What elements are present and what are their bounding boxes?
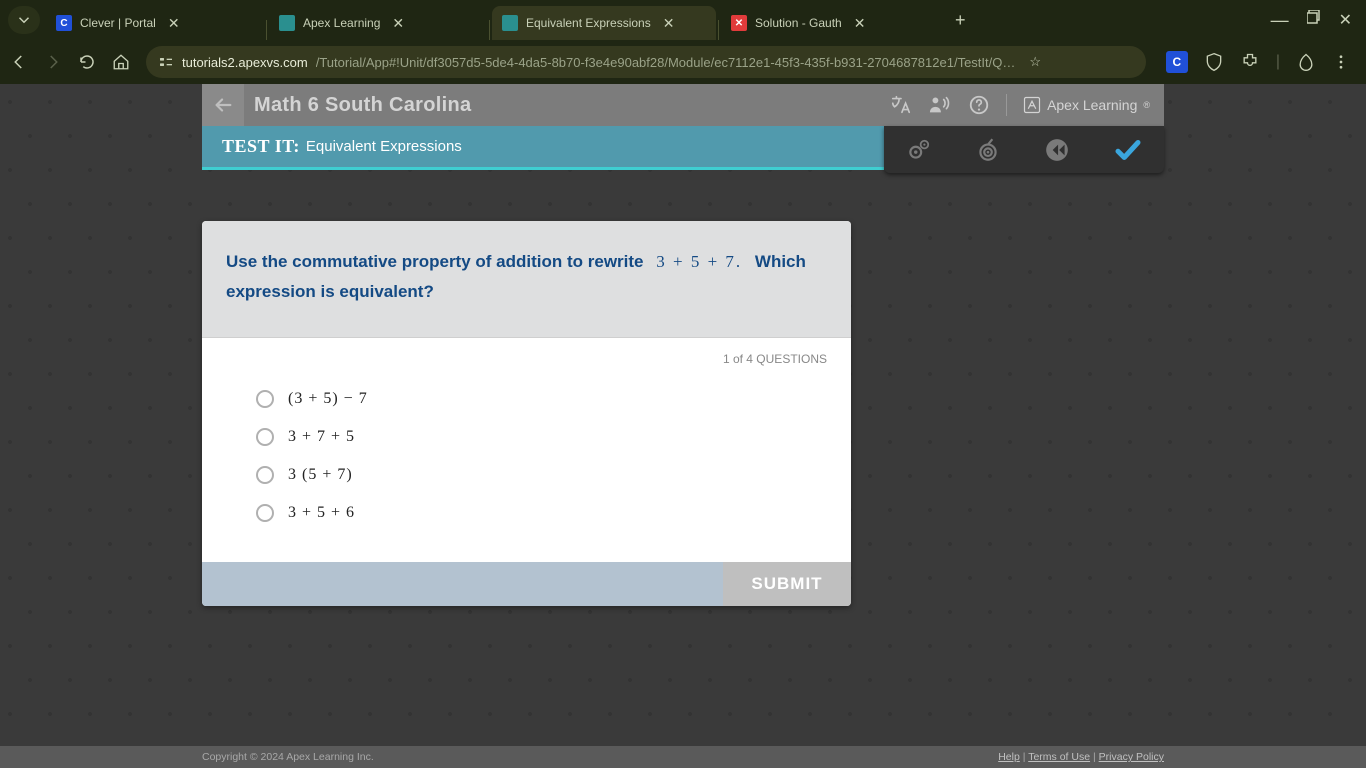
nav-forward-button[interactable] <box>44 53 64 71</box>
browser-tab[interactable]: C Clever | Portal ✕ <box>46 6 264 40</box>
settings-gear-icon[interactable] <box>906 137 932 163</box>
answer-option[interactable]: 3 + 7 + 5 <box>226 418 827 456</box>
radio-icon[interactable] <box>256 504 274 522</box>
course-header: Math 6 South Carolina Apex Learning® <box>202 84 1164 126</box>
url-domain: tutorials2.apexvs.com <box>182 55 308 70</box>
browser-menu-icon[interactable] <box>1332 53 1350 71</box>
tab-favicon: ✕ <box>731 15 747 31</box>
course-title: Math 6 South Carolina <box>254 94 471 117</box>
tab-title: Solution - Gauth <box>755 16 842 30</box>
tab-favicon <box>279 15 295 31</box>
test-bar-title: Equivalent Expressions <box>306 138 462 155</box>
question-counter: 1 of 4 QUESTIONS <box>226 352 827 366</box>
radio-icon[interactable] <box>256 390 274 408</box>
objectives-target-icon[interactable] <box>975 137 1001 163</box>
submit-check-icon[interactable] <box>1113 135 1143 165</box>
question-prompt: Use the commutative property of addition… <box>202 221 851 338</box>
tab-title: Apex Learning <box>303 16 380 30</box>
tab-close-icon[interactable]: ✕ <box>663 15 675 32</box>
copyright-text: Copyright © 2024 Apex Learning Inc. <box>202 751 374 763</box>
bookmark-star-icon[interactable]: ☆ <box>1029 54 1041 70</box>
url-path: /Tutorial/App#!Unit/df3057d5-5de4-4da5-8… <box>316 55 1016 70</box>
rewind-icon[interactable] <box>1044 137 1070 163</box>
answer-option[interactable]: 3 + 5 + 6 <box>226 494 827 532</box>
home-button[interactable] <box>112 53 132 71</box>
close-window-icon[interactable]: ✕ <box>1339 10 1352 31</box>
help-icon[interactable] <box>968 94 990 116</box>
question-card: Use the commutative property of addition… <box>202 221 851 606</box>
apex-brand[interactable]: Apex Learning® <box>1023 96 1150 114</box>
brave-shield-icon[interactable] <box>1204 52 1224 72</box>
window-controls: — ✕ <box>1271 10 1358 31</box>
extensions-icon[interactable] <box>1240 52 1260 72</box>
browser-tab[interactable]: Equivalent Expressions ✕ <box>492 6 716 40</box>
url-bar[interactable]: tutorials2.apexvs.com/Tutorial/App#!Unit… <box>146 46 1146 78</box>
tool-strip <box>884 126 1164 173</box>
browser-tab-bar: CClever | Portal✕Apex Learning✕Equivalen… <box>0 0 1366 40</box>
page-content: Math 6 South Carolina Apex Learning® TES… <box>0 84 1366 746</box>
tab-favicon <box>502 15 518 31</box>
page-footer: Copyright © 2024 Apex Learning Inc. Help… <box>0 746 1366 768</box>
browser-tab[interactable]: Apex Learning ✕ <box>269 6 487 40</box>
minimize-icon[interactable]: — <box>1271 10 1289 31</box>
clever-extension-icon[interactable]: C <box>1166 51 1188 73</box>
browser-toolbar: tutorials2.apexvs.com/Tutorial/App#!Unit… <box>0 40 1366 84</box>
new-tab-button[interactable]: + <box>955 10 966 31</box>
tab-title: Clever | Portal <box>80 16 156 30</box>
tab-close-icon[interactable]: ✕ <box>392 15 404 32</box>
radio-icon[interactable] <box>256 466 274 484</box>
chevron-down-icon <box>15 11 33 29</box>
test-bar-label: TEST IT: <box>222 136 300 157</box>
tab-close-icon[interactable]: ✕ <box>854 15 866 32</box>
answer-option-label: 3 + 7 + 5 <box>288 428 355 446</box>
privacy-link[interactable]: Privacy Policy <box>1099 751 1164 763</box>
footer-spacer <box>202 562 723 606</box>
tab-favicon: C <box>56 15 72 31</box>
translate-icon[interactable] <box>890 94 912 116</box>
browser-tab[interactable]: ✕ Solution - Gauth ✕ <box>721 6 945 40</box>
restore-icon[interactable] <box>1307 10 1321 31</box>
answer-option-label: (3 + 5) − 7 <box>288 390 368 408</box>
prompt-math: 3 + 5 + 7. <box>648 252 750 271</box>
submit-button[interactable]: SUBMIT <box>723 562 851 606</box>
tab-close-icon[interactable]: ✕ <box>168 15 180 32</box>
apex-logo-icon <box>1023 96 1041 114</box>
answer-option-label: 3 + 5 + 6 <box>288 504 355 522</box>
help-link[interactable]: Help <box>998 751 1020 763</box>
arrow-left-icon <box>212 94 234 116</box>
answer-option[interactable]: (3 + 5) − 7 <box>226 380 827 418</box>
radio-icon[interactable] <box>256 428 274 446</box>
tab-search-dropdown[interactable] <box>8 6 40 34</box>
answer-option-label: 3 (5 + 7) <box>288 466 353 484</box>
prompt-before: Use the commutative property of addition… <box>226 252 648 271</box>
test-bar: TEST IT: Equivalent Expressions <box>202 126 884 170</box>
rewards-icon[interactable] <box>1296 52 1316 72</box>
terms-link[interactable]: Terms of Use <box>1028 751 1090 763</box>
read-aloud-icon[interactable] <box>928 94 952 116</box>
nav-back-button[interactable] <box>10 53 30 71</box>
tab-title: Equivalent Expressions <box>526 16 651 30</box>
course-back-button[interactable] <box>202 84 244 126</box>
reload-button[interactable] <box>78 53 98 71</box>
site-settings-icon[interactable] <box>158 54 174 70</box>
answer-option[interactable]: 3 (5 + 7) <box>226 456 827 494</box>
apex-brand-label: Apex Learning <box>1047 97 1137 113</box>
